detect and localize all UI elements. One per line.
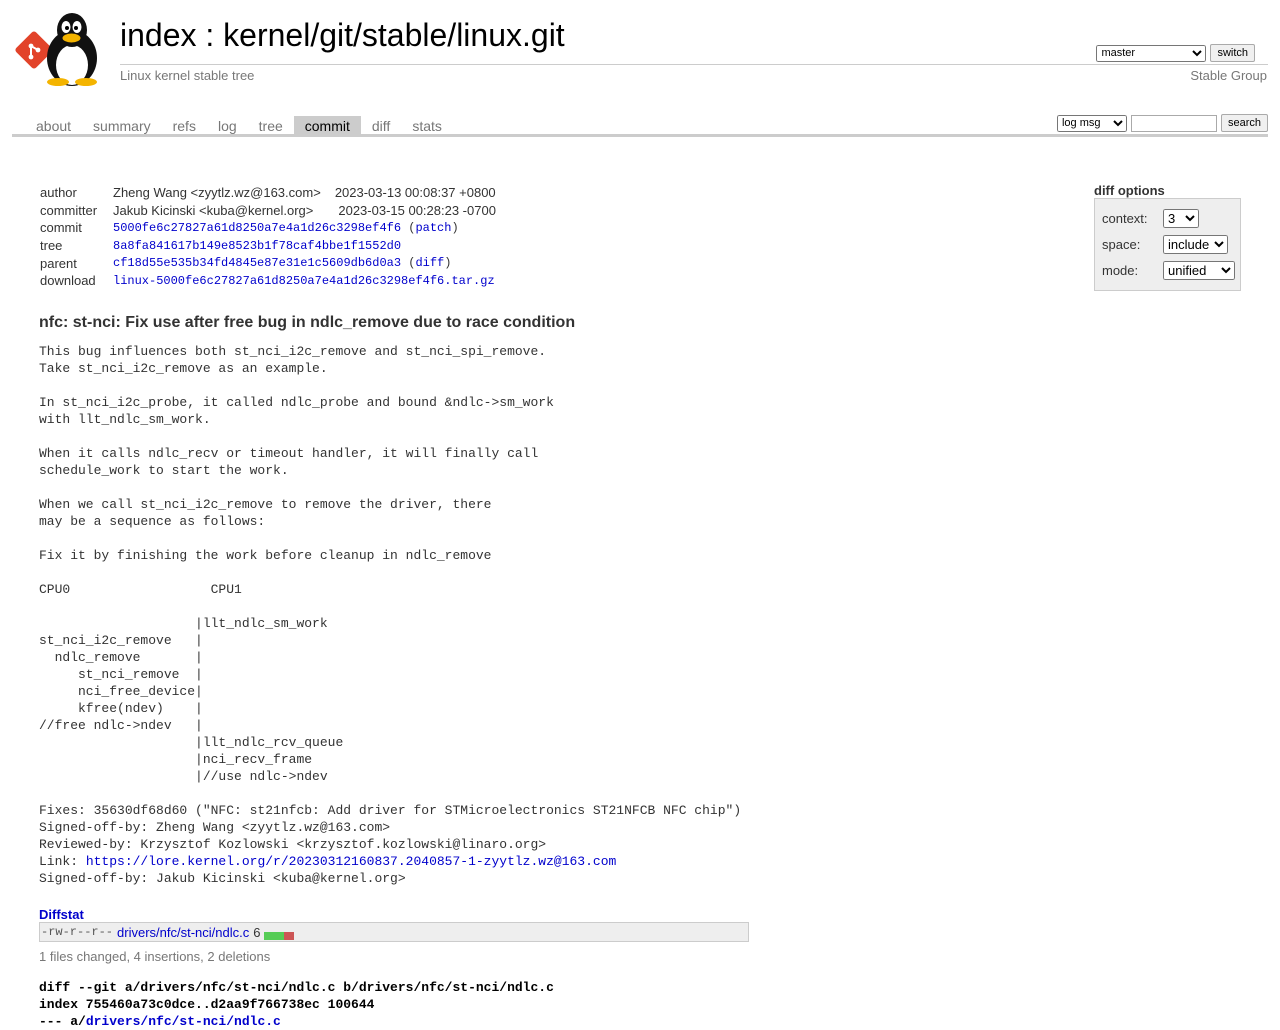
- parent-row: parent cf18d55e535b34fd4845e87e31e1c5609…: [40, 254, 496, 272]
- committer-value: Jakub Kicinski <kuba@kernel.org> 2023-03-…: [113, 202, 496, 220]
- search-input[interactable]: [1130, 114, 1217, 132]
- diffstat-count: 6: [253, 924, 261, 940]
- committer-name: Jakub Kicinski <kuba@kernel.org>: [113, 202, 314, 218]
- diff-old-prefix: --- a/: [39, 1014, 86, 1029]
- branch-select[interactable]: master: [1096, 44, 1207, 62]
- repo-link[interactable]: kernel/git/stable/linux.git: [223, 17, 565, 53]
- download-label: download: [40, 273, 96, 289]
- tab-stats[interactable]: stats: [401, 116, 453, 136]
- diff-old-file-link[interactable]: drivers/nfc/st-nci/ndlc.c: [86, 1014, 281, 1029]
- tree-hash-link[interactable]: 8a8fa841617b149e8523b1f78caf4bbe1f1552d0: [113, 239, 401, 253]
- commit-subject: nfc: st-nci: Fix use after free bug in n…: [39, 314, 576, 331]
- diffstat-table: -rw-r--r-- drivers/nfc/st-nci/ndlc.c 6: [39, 922, 749, 942]
- context-select[interactable]: 3: [1163, 209, 1199, 228]
- parent-value: cf18d55e535b34fd4845e87e31e1c5609db6d0a3…: [113, 256, 452, 271]
- commit-message-tail: Signed-off-by: Jakub Kicinski <kuba@kern…: [39, 871, 406, 886]
- diff-git-line: diff --git a/drivers/nfc/st-nci/ndlc.c b…: [39, 980, 554, 995]
- tree-label: tree: [40, 238, 63, 254]
- insertions-bar: [264, 932, 285, 940]
- commit-message: This bug influences both st_nci_i2c_remo…: [39, 343, 741, 887]
- context-label: context:: [1102, 211, 1148, 226]
- diff-header: diff --git a/drivers/nfc/st-nci/ndlc.c b…: [39, 979, 554, 1030]
- author-value: Zheng Wang <zyytlz.wz@163.com> 2023-03-13…: [113, 184, 496, 202]
- commit-message-body: This bug influences both st_nci_i2c_remo…: [39, 344, 742, 852]
- commit-info-table: author Zheng Wang <zyytlz.wz@163.com> 202…: [40, 184, 496, 290]
- download-link[interactable]: linux-5000fe6c27827a61d8250a7e4a1d26c329…: [113, 274, 495, 288]
- tab-refs[interactable]: refs: [162, 116, 207, 136]
- author-name: Zheng Wang <zyytlz.wz@163.com>: [113, 185, 321, 201]
- committer-date: 2023-03-15 00:28:23 -0700: [338, 202, 496, 218]
- diff-options-panel: context: 3 space: include mode: unified: [1094, 198, 1241, 291]
- space-label: space:: [1102, 237, 1141, 252]
- tux-git-logo[interactable]: [14, 10, 110, 86]
- switch-button[interactable]: switch: [1210, 44, 1255, 62]
- diffstat-file-link[interactable]: drivers/nfc/st-nci/ndlc.c: [117, 925, 249, 940]
- download-row: download linux-5000fe6c27827a61d8250a7e4…: [40, 272, 496, 290]
- deletions-bar: [284, 932, 295, 940]
- file-mode: -rw-r--r--: [41, 925, 114, 939]
- download-value: linux-5000fe6c27827a61d8250a7e4a1d26c329…: [113, 272, 496, 290]
- mode-select[interactable]: unified: [1163, 261, 1235, 280]
- tab-about[interactable]: about: [25, 116, 82, 136]
- patch-link[interactable]: patch: [415, 221, 451, 235]
- search-button[interactable]: search: [1220, 114, 1268, 132]
- branch-switch-form: master switch: [1096, 44, 1255, 62]
- committer-row: committer Jakub Kicinski <kuba@kernel.or…: [40, 202, 496, 220]
- tab-tree[interactable]: tree: [248, 116, 294, 136]
- tab-log[interactable]: log: [207, 116, 248, 136]
- parent-diff-link[interactable]: diff: [415, 256, 444, 270]
- title-separator: :: [196, 17, 224, 53]
- repo-owner: Stable Group: [1190, 68, 1267, 83]
- tab-summary[interactable]: summary: [82, 116, 162, 136]
- diffstat-link[interactable]: Diffstat: [39, 907, 84, 922]
- header-divider: [120, 64, 1268, 65]
- commit-label: commit: [40, 220, 82, 236]
- search-type-select[interactable]: log msg: [1056, 114, 1127, 132]
- committer-label: committer: [40, 202, 98, 218]
- tab-diff[interactable]: diff: [361, 116, 401, 136]
- diffstat-summary: 1 files changed, 4 insertions, 2 deletio…: [39, 949, 271, 964]
- repo-description: Linux kernel stable tree: [120, 68, 255, 83]
- mode-label: mode:: [1102, 263, 1139, 278]
- author-label: author: [40, 185, 77, 201]
- diff-options-title: diff options: [1094, 183, 1165, 198]
- parent-hash-link[interactable]: cf18d55e535b34fd4845e87e31e1c5609db6d0a3: [113, 256, 401, 270]
- tree-row: tree 8a8fa841617b149e8523b1f78caf4bbe1f1…: [40, 237, 496, 255]
- page-title: index : kernel/git/stable/linux.git: [120, 17, 565, 54]
- link-prefix: Link:: [39, 854, 86, 869]
- diffstat-graph: [264, 928, 295, 940]
- space-select[interactable]: include: [1163, 235, 1228, 254]
- commit-hash-link[interactable]: 5000fe6c27827a61d8250a7e4a1d26c3298ef4f6: [113, 221, 401, 235]
- diff-index-line: index 755460a73c0dce..d2aa9f766738ec 100…: [39, 997, 375, 1012]
- parent-label: parent: [40, 255, 77, 271]
- tab-commit[interactable]: commit: [293, 116, 361, 136]
- commit-row: commit 5000fe6c27827a61d8250a7e4a1d26c32…: [40, 219, 496, 237]
- commit-value: 5000fe6c27827a61d8250a7e4a1d26c3298ef4f6…: [113, 220, 459, 235]
- index-link[interactable]: index: [120, 17, 197, 53]
- search-form: log msg search: [1056, 114, 1268, 132]
- lore-link[interactable]: https://lore.kernel.org/r/20230312160837…: [86, 854, 617, 869]
- tree-value: 8a8fa841617b149e8523b1f78caf4bbe1f1552d0: [113, 237, 496, 255]
- author-row: author Zheng Wang <zyytlz.wz@163.com> 202…: [40, 184, 496, 202]
- author-date: 2023-03-13 00:08:37 +0800: [334, 185, 496, 201]
- diff-old-file-line: --- a/drivers/nfc/st-nci/ndlc.c: [39, 1013, 554, 1030]
